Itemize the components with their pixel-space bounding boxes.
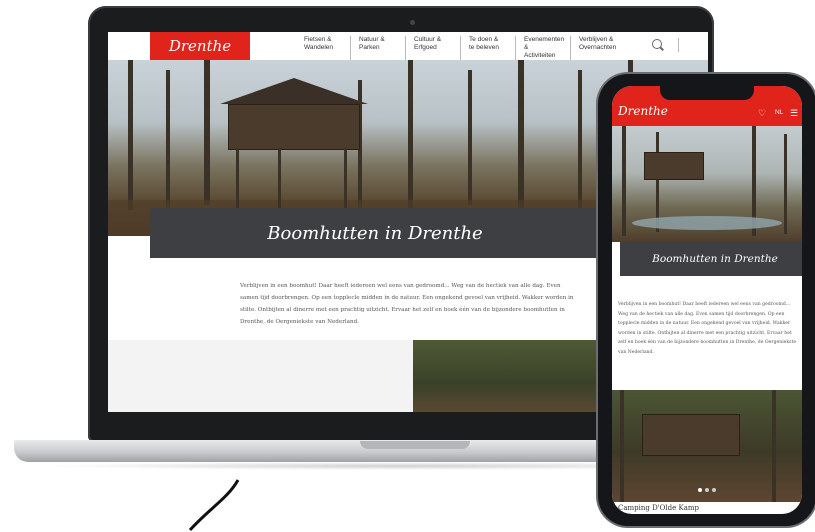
drenthe-logo-mobile[interactable]: Drenthe [618, 104, 668, 118]
main-nav: Fietsen & Wandelen Natuur & Parken Cultu… [304, 36, 625, 60]
drenthe-logo[interactable]: Drenthe [150, 32, 250, 60]
menu-icon[interactable]: ☰ [790, 108, 798, 119]
nav-item-natuur[interactable]: Natuur & Parken [350, 36, 405, 60]
treehouse [228, 104, 360, 150]
content-panel [108, 340, 413, 412]
intro-text: Verblijven in een boomhut! Daar heeft ie… [240, 283, 574, 325]
phone-notch [660, 86, 754, 100]
nav-item-verblijven[interactable]: Verblijven & Overnachten [570, 36, 625, 60]
carousel-dots[interactable] [698, 488, 716, 492]
laptop-camera [410, 20, 415, 25]
heart-icon[interactable]: ♡ [758, 108, 766, 119]
page-title-banner: Boomhutten in Drenthe [150, 208, 600, 258]
mobile-treehouse-photo[interactable] [612, 390, 802, 502]
mobile-title-banner: Boomhutten in Drenthe [620, 242, 802, 276]
mobile-hero-photo [612, 126, 802, 242]
carousel-dot[interactable] [698, 488, 702, 492]
carousel-dot[interactable] [705, 488, 709, 492]
nav-item-te-doen[interactable]: Te doen & te beleven [460, 36, 515, 60]
cable [188, 479, 240, 532]
nav-item-cultuur[interactable]: Cultuur & Erfgoed [405, 36, 460, 60]
language-switch[interactable]: NL [775, 109, 783, 116]
nav-item-evenementen[interactable]: Evenementen & Activiteiten [515, 36, 570, 60]
search-icon[interactable] [652, 39, 662, 49]
nav-item-fietsen[interactable]: Fietsen & Wandelen [304, 36, 350, 60]
site-header: Drenthe Fietsen & Wandelen Natuur & Park… [108, 32, 708, 60]
phone-screen: Drenthe ♡ NL ☰ Boomhutten in Drenthe Ver… [612, 86, 802, 514]
header-divider [678, 38, 679, 52]
camping-caption: Camping D'Olde Kamp [618, 504, 699, 512]
carousel-dot[interactable] [712, 488, 716, 492]
mobile-intro-text: Verblijven in een boomhut! Daar heeft ie… [618, 302, 797, 355]
laptop-notch [360, 441, 470, 449]
